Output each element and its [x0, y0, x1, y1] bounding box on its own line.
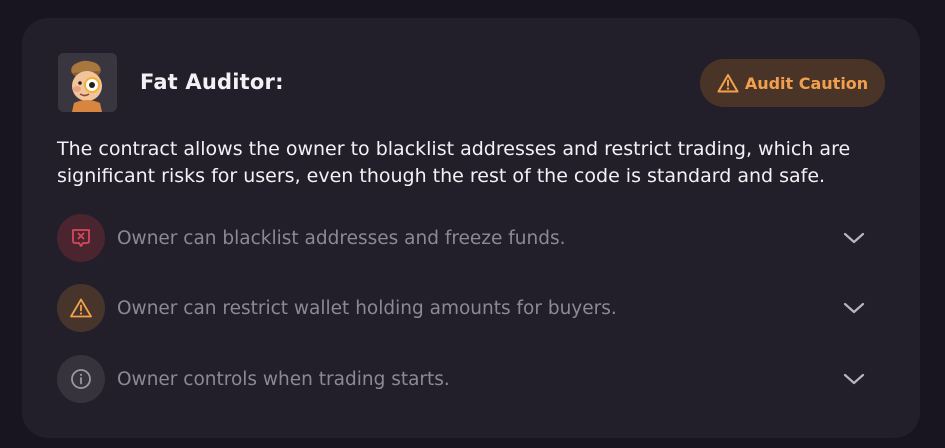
audit-description: The contract allows the owner to blackli…	[57, 138, 851, 187]
fat-auditor-avatar-icon	[58, 53, 117, 112]
audit-caution-label: Audit Caution	[744, 73, 869, 93]
risk-label: Owner controls when trading starts.	[117, 368, 450, 390]
auditor-title: Fat Auditor:	[140, 70, 284, 94]
risk-item-wallet-limit[interactable]: Owner can restrict wallet holding amount…	[57, 284, 887, 332]
risk-icon-container	[57, 355, 105, 403]
chevron-down-icon[interactable]	[843, 301, 865, 315]
risk-item-blacklist[interactable]: Owner can blacklist addresses and freeze…	[57, 214, 887, 262]
audit-caution-badge[interactable]: Audit Caution	[700, 59, 885, 107]
info-icon	[71, 369, 91, 389]
warning-triangle-icon	[70, 298, 92, 318]
chevron-down-icon[interactable]	[843, 231, 865, 245]
warning-triangle-icon	[717, 74, 739, 93]
risk-label: Owner can blacklist addresses and freeze…	[117, 227, 566, 249]
risk-icon-container	[57, 214, 105, 262]
audit-card: Fat Auditor: Audit Caution The contract …	[22, 18, 920, 438]
risk-label: Owner can restrict wallet holding amount…	[117, 297, 617, 319]
risk-icon-container	[57, 284, 105, 332]
auditor-avatar	[58, 53, 117, 112]
blocked-shield-icon	[72, 229, 90, 247]
risk-item-trading-start[interactable]: Owner controls when trading starts.	[57, 355, 887, 403]
chevron-down-icon[interactable]	[843, 372, 865, 386]
